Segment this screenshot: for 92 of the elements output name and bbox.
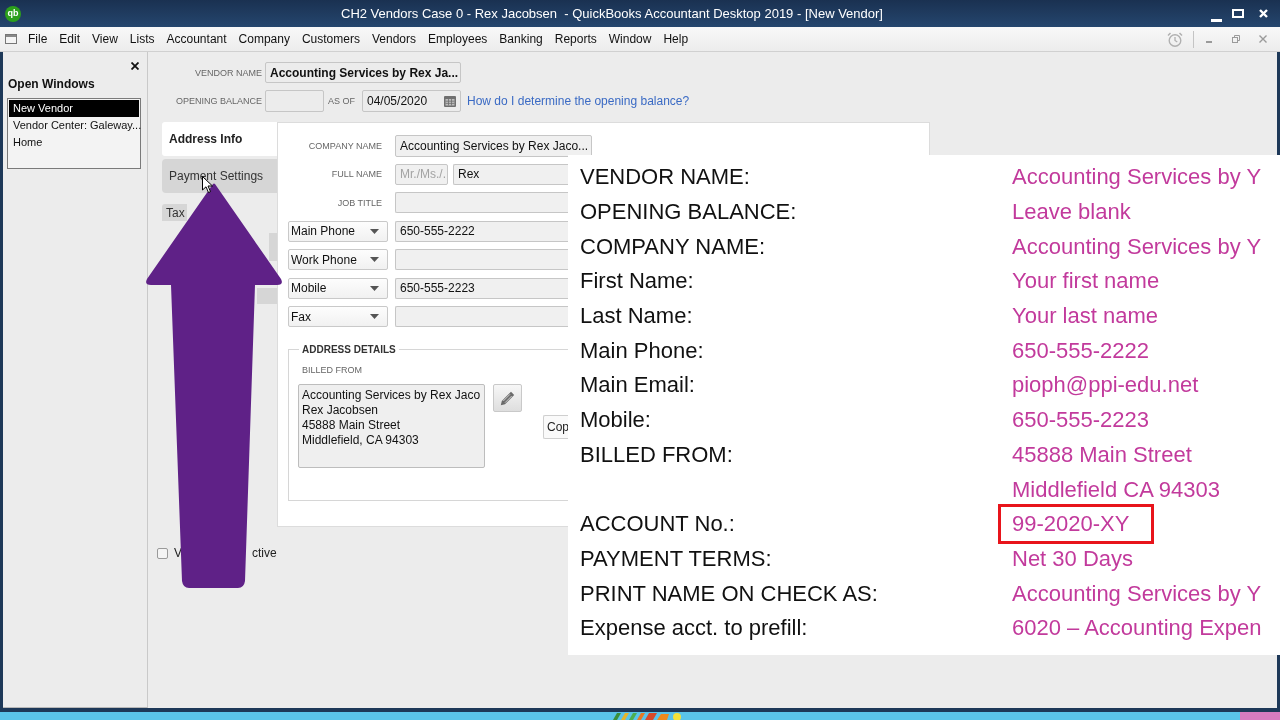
instruction-value: 6020 – Accounting Expen — [1012, 615, 1262, 642]
field-label: JOB TITLE — [336, 197, 383, 208]
open-window-item[interactable]: New Vendor — [9, 100, 139, 117]
instruction-label: Mobile: — [580, 407, 651, 434]
opening-balance-field[interactable] — [265, 90, 324, 112]
phone-type-dropdown[interactable]: Fax — [288, 306, 388, 327]
copy-button[interactable]: Cop — [543, 415, 570, 439]
instruction-label: BILLED FROM: — [580, 441, 733, 468]
date-field[interactable]: 04/05/2020 — [362, 90, 461, 112]
caret-icon — [370, 257, 379, 262]
vendor-name-field[interactable]: Accounting Services by Rex Ja... — [265, 62, 461, 83]
instruction-label: PAYMENT TERMS: — [580, 545, 772, 572]
checkbox-label: V — [174, 546, 182, 560]
calendar-icon[interactable] — [444, 95, 456, 107]
edit-address-button[interactable] — [493, 384, 522, 412]
caret-icon — [370, 314, 379, 319]
menu-item[interactable]: Accountant — [160, 29, 233, 49]
close-icon[interactable] — [131, 62, 139, 70]
menu-item[interactable]: Employees — [422, 29, 494, 49]
help-link[interactable]: How do I determine the opening balance? — [467, 94, 690, 108]
instruction-label: Last Name: — [580, 303, 693, 330]
instruction-label: Main Email: — [580, 372, 695, 399]
instruction-label: Main Phone: — [580, 337, 704, 364]
phone-field[interactable] — [395, 306, 568, 327]
instruction-label: VENDOR NAME: — [580, 164, 750, 191]
instruction-value: Your first name — [1012, 268, 1160, 295]
field-label: VENDOR NAME — [194, 67, 262, 78]
app-logo: qb — [5, 5, 21, 22]
date-value: 04/05/2020 — [367, 94, 428, 108]
instruction-value: Accounting Services by Y — [1012, 164, 1262, 191]
group-title: ADDRESS DETAILS — [301, 344, 397, 355]
instruction-label: COMPANY NAME: — [580, 233, 765, 260]
instruction-value: 99-2020-XY — [998, 504, 1155, 545]
phone-type-dropdown[interactable]: Work Phone — [288, 249, 388, 270]
company-name-field[interactable]: Accounting Services by Rex Jaco... — [395, 134, 592, 157]
checkbox[interactable] — [157, 547, 168, 559]
field-label: AS OF — [328, 96, 355, 106]
window-title: CH2 Vendors Case 0 - Rex Jacobsen - QuickBooks Accountant Desktop 2019 - [New Vendor] — [341, 6, 883, 21]
instruction-value: Middlefield CA 94303 — [1012, 476, 1220, 503]
instruction-label: ACCOUNT No.: — [580, 511, 735, 538]
tab[interactable]: Address Info — [162, 122, 277, 156]
menu-item[interactable]: Company — [232, 29, 296, 49]
alarm-clock-icon[interactable] — [1167, 31, 1183, 47]
field-label: COMPANY NAME — [307, 140, 383, 151]
instruction-value: Accounting Services by Y — [1012, 580, 1262, 607]
instruction-label: First Name: — [580, 268, 694, 295]
phone-type-dropdown[interactable]: Mobile — [288, 277, 388, 299]
instruction-value: Accounting Services by Y — [1012, 233, 1262, 260]
tab[interactable]: Tax — [162, 204, 187, 221]
instruction-label: Expense acct. to prefill: — [580, 615, 808, 642]
menu-item[interactable]: Vendors — [365, 29, 422, 49]
caret-icon — [370, 228, 379, 234]
instruction-value: 45888 Main Street — [1012, 441, 1192, 468]
phone-field[interactable]: 650-555-2223 — [395, 277, 568, 299]
caret-icon — [370, 285, 379, 291]
phone-field[interactable] — [395, 249, 568, 270]
instruction-value: 650-555-2222 — [1012, 337, 1149, 364]
menu-item[interactable]: Reports — [548, 29, 603, 49]
instruction-value: pioph@ppi-edu.net — [1012, 372, 1199, 399]
instruction-value: Your last name — [1012, 303, 1158, 330]
menu-item[interactable]: Help — [657, 29, 695, 49]
phone-type-dropdown[interactable]: Main Phone — [288, 220, 388, 242]
instruction-value: 650-555-2223 — [1012, 407, 1149, 434]
pencil-icon — [500, 390, 515, 406]
checkbox-label: ctive — [252, 546, 277, 560]
menu-item[interactable]: Lists — [123, 29, 161, 49]
instruction-value: Net 30 Days — [1012, 545, 1134, 572]
window-menu-icon[interactable] — [5, 34, 17, 44]
taskbar-app-icon[interactable] — [611, 712, 681, 720]
instruction-label: OPENING BALANCE: — [580, 199, 797, 226]
field-label: FULL NAME — [330, 169, 383, 179]
menu-item[interactable]: Edit — [53, 29, 87, 49]
panel-title: Open Windows — [8, 76, 96, 93]
field-label: OPENING BALANCE — [174, 96, 262, 106]
menu-item[interactable]: File — [22, 29, 54, 49]
open-window-item[interactable]: Vendor Center: Galeway... — [9, 117, 139, 134]
first-name-field[interactable]: Rex — [453, 163, 568, 185]
menu-item[interactable]: Banking — [493, 29, 549, 49]
instruction-label: PRINT NAME ON CHECK AS: — [580, 580, 878, 607]
billed-from-field[interactable]: Accounting Services by Rex Jaco Rex Jacobsen 45888 Main Street Middlefield, CA 94303 — [298, 384, 485, 468]
maximize-icon[interactable] — [1232, 9, 1244, 18]
menu-item[interactable]: View — [86, 29, 124, 49]
tab[interactable]: Payment Settings — [162, 159, 277, 193]
minimize-icon[interactable] — [1211, 18, 1222, 22]
menu-item[interactable]: Window — [602, 29, 658, 49]
job-title-field[interactable] — [395, 192, 568, 213]
field-label: BILLED FROM — [302, 365, 363, 375]
restore-icon[interactable] — [1232, 35, 1240, 43]
phone-field[interactable]: 650-555-2222 — [395, 220, 568, 242]
menu-item[interactable]: Customers — [295, 29, 366, 49]
open-window-item[interactable]: Home — [9, 134, 139, 151]
instruction-value: Leave blank — [1012, 199, 1131, 226]
